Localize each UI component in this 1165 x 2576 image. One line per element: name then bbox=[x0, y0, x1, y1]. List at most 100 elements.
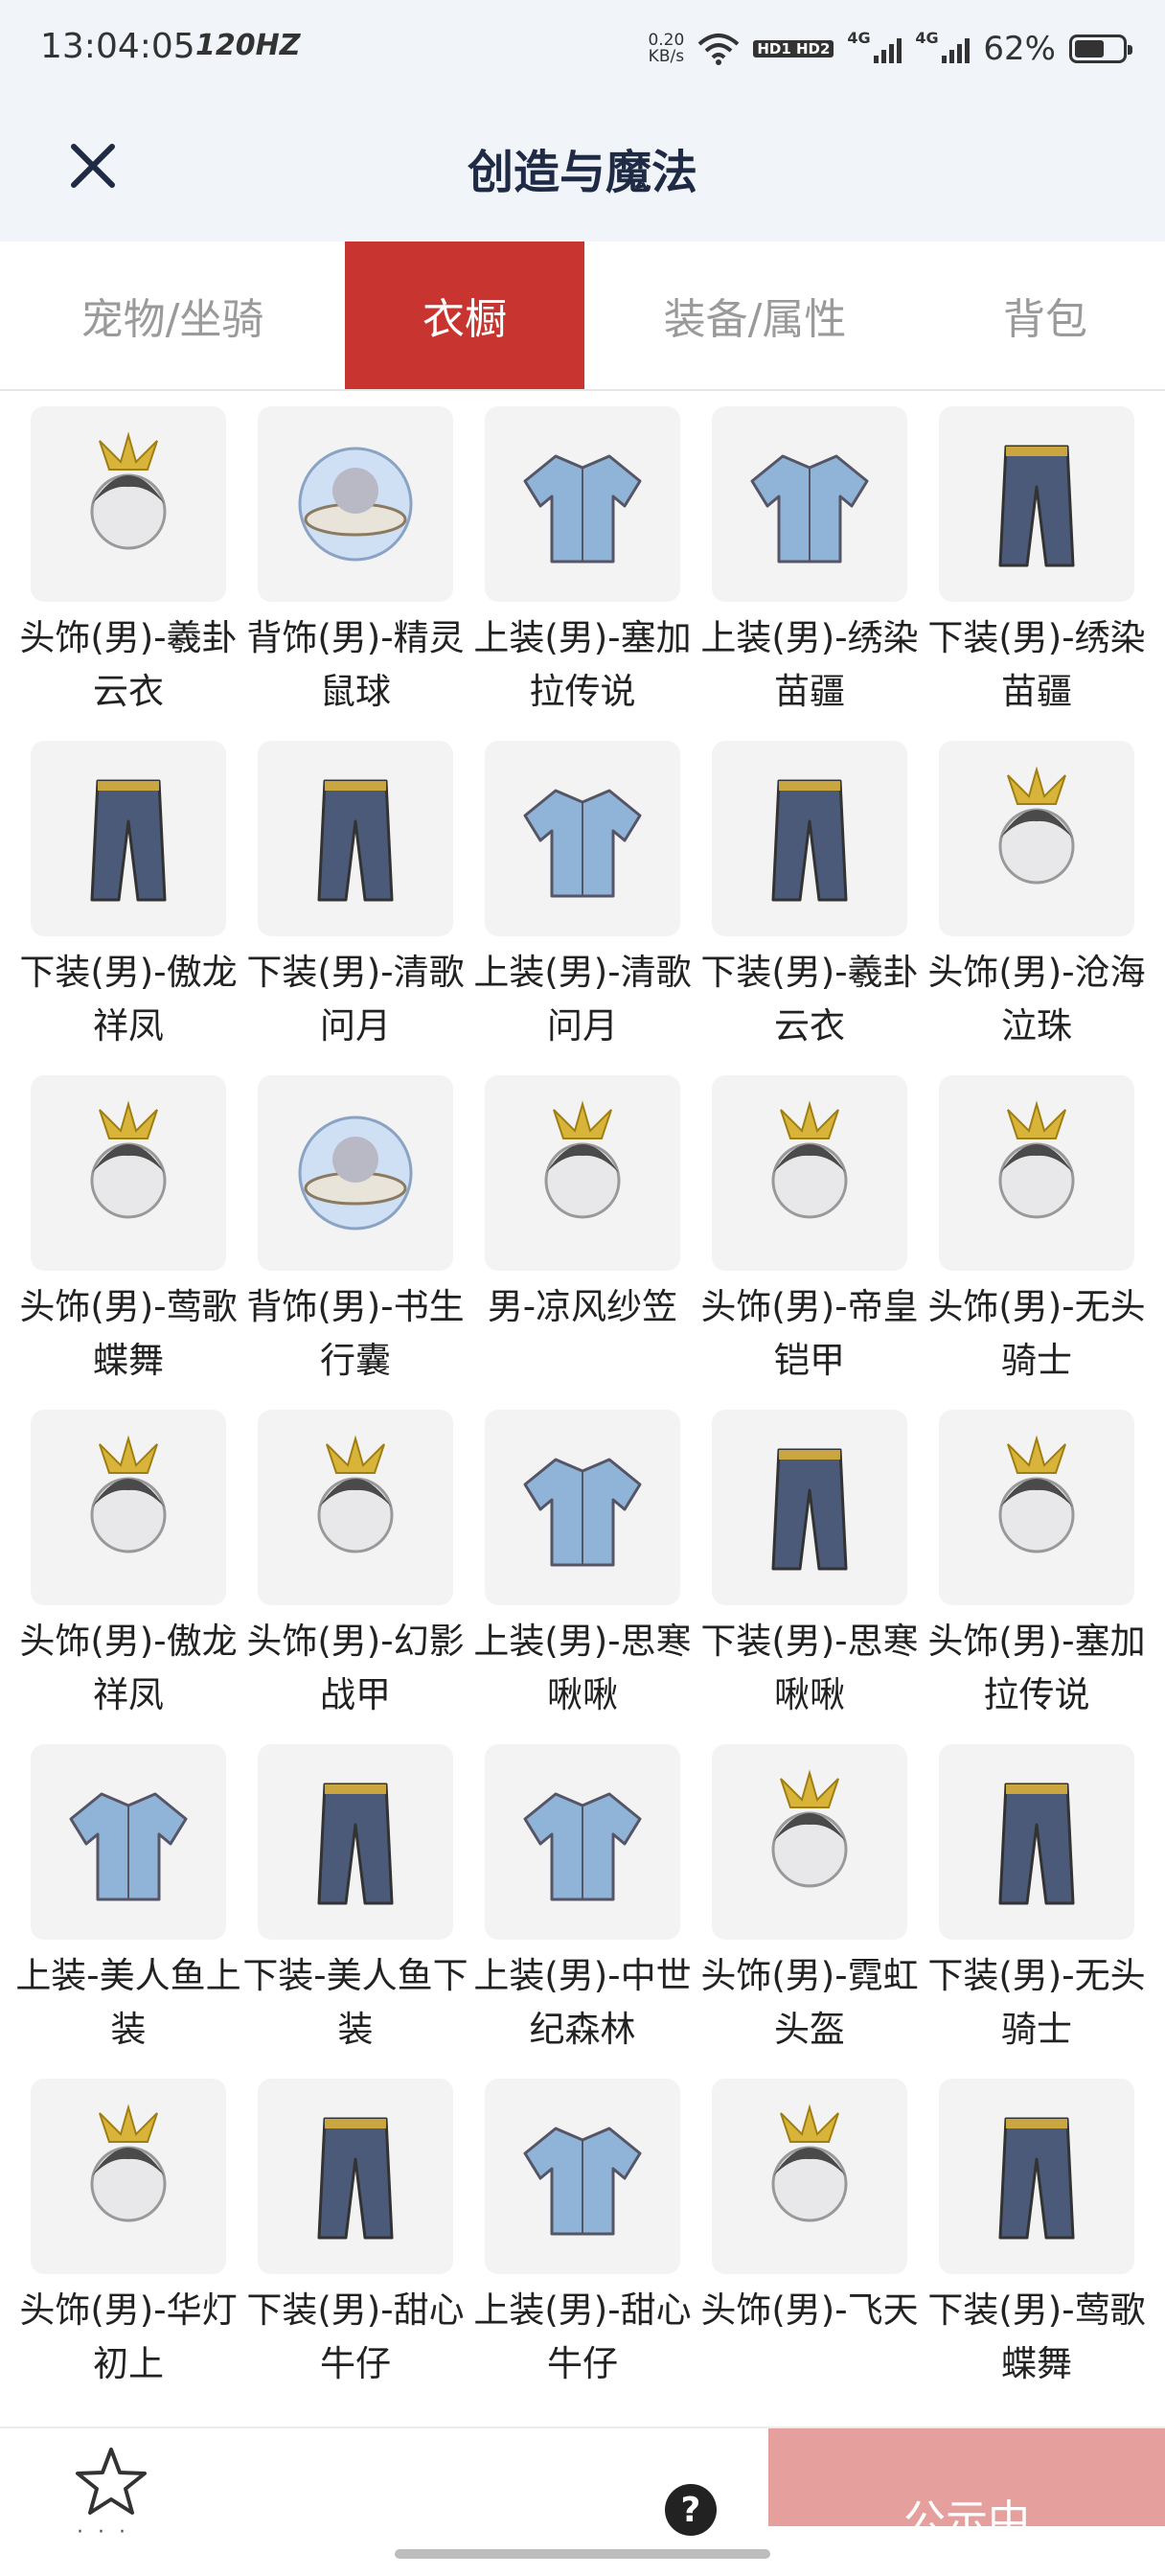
wardrobe-item[interactable]: 下装-美人鱼下装 bbox=[242, 1744, 468, 2079]
wardrobe-item[interactable]: 头饰(男)-华灯初上 bbox=[19, 2079, 238, 2413]
item-thumbnail[interactable] bbox=[31, 1075, 226, 1271]
publish-label: 公示中 bbox=[903, 2496, 1030, 2526]
item-thumbnail[interactable] bbox=[939, 741, 1134, 936]
item-thumbnail[interactable] bbox=[258, 1744, 453, 1940]
tab-equipment-attributes[interactable]: 装备/属性 bbox=[584, 242, 925, 389]
item-thumbnail[interactable] bbox=[31, 2079, 226, 2274]
wardrobe-item[interactable]: 下装(男)-傲龙祥凤 bbox=[19, 741, 238, 1075]
wardrobe-item[interactable]: 上装(男)-清歌问月 bbox=[473, 741, 692, 1075]
backpiece-icon bbox=[298, 447, 413, 562]
item-thumbnail[interactable] bbox=[485, 2079, 680, 2274]
category-tabs: 宠物/坐骑 衣橱 装备/属性 背包 bbox=[0, 242, 1165, 391]
wardrobe-item[interactable]: 背饰(男)-书生行囊 bbox=[246, 1075, 465, 1410]
wardrobe-item[interactable]: 上装(男)-绣染苗疆 bbox=[700, 406, 919, 741]
wardrobe-item[interactable]: 上装(男)-思寒啾啾 bbox=[473, 1410, 692, 1744]
wardrobe-item[interactable]: 背饰(男)-精灵鼠球 bbox=[246, 406, 465, 741]
item-thumbnail[interactable] bbox=[31, 406, 226, 602]
wardrobe-item[interactable]: 头饰(男)-飞天 bbox=[700, 2079, 919, 2413]
headwear-icon bbox=[317, 1435, 394, 1553]
item-label: 上装(男)-绣染苗疆 bbox=[700, 617, 919, 712]
top-garment-icon bbox=[69, 1792, 188, 1901]
signal-icon: 4G bbox=[915, 29, 971, 63]
item-label: 下装(男)-傲龙祥凤 bbox=[19, 952, 238, 1046]
wardrobe-item[interactable]: 上装(男)-甜心牛仔 bbox=[473, 2079, 692, 2413]
wardrobe-item[interactable]: 男-凉风纱笠 bbox=[485, 1075, 680, 1410]
wardrobe-item[interactable]: 头饰(男)-霓虹头盔 bbox=[700, 1744, 919, 2079]
wardrobe-item[interactable]: 下装(男)-绣染苗疆 bbox=[927, 406, 1146, 741]
wardrobe-item[interactable]: 头饰(男)-幻影战甲 bbox=[246, 1410, 465, 1744]
item-thumbnail[interactable] bbox=[485, 1744, 680, 1940]
wardrobe-item[interactable]: 头饰(男)-无头骑士 bbox=[927, 1075, 1146, 1410]
item-thumbnail[interactable] bbox=[939, 2079, 1134, 2274]
home-indicator[interactable] bbox=[395, 2549, 770, 2559]
item-thumbnail[interactable] bbox=[258, 2079, 453, 2274]
battery-icon bbox=[1069, 34, 1132, 63]
wardrobe-item[interactable]: 头饰(男)-莺歌蝶舞 bbox=[19, 1075, 238, 1410]
item-thumbnail[interactable] bbox=[31, 1410, 226, 1605]
top-garment-icon bbox=[523, 454, 642, 564]
item-thumbnail[interactable] bbox=[258, 1075, 453, 1271]
item-thumbnail[interactable] bbox=[712, 1410, 907, 1605]
headwear-icon bbox=[998, 1100, 1075, 1219]
item-thumbnail[interactable] bbox=[712, 1744, 907, 1940]
wardrobe-item[interactable]: 头饰(男)-沧海泣珠 bbox=[927, 741, 1146, 1075]
bottom-garment-icon bbox=[317, 1782, 394, 1905]
star-icon[interactable] bbox=[73, 2444, 149, 2520]
item-thumbnail[interactable] bbox=[712, 741, 907, 936]
item-label: 上装-美人鱼上装 bbox=[15, 1955, 241, 2050]
item-thumbnail[interactable] bbox=[31, 1744, 226, 1940]
item-thumbnail[interactable] bbox=[939, 1744, 1134, 1940]
battery-percent: 62% bbox=[983, 30, 1056, 68]
wardrobe-item[interactable]: 下装(男)-甜心牛仔 bbox=[246, 2079, 465, 2413]
top-garment-icon bbox=[750, 454, 869, 564]
bottom-garment-icon bbox=[998, 2117, 1075, 2240]
bottom-garment-icon bbox=[771, 1448, 848, 1571]
wifi-icon bbox=[697, 34, 740, 65]
wardrobe-item[interactable]: 头饰(男)-羲卦云衣 bbox=[19, 406, 238, 741]
item-label: 上装(男)-思寒啾啾 bbox=[473, 1621, 692, 1715]
headwear-icon bbox=[90, 1100, 167, 1219]
item-label: 背饰(男)-书生行囊 bbox=[246, 1286, 465, 1381]
wardrobe-item[interactable]: 头饰(男)-帝皇铠甲 bbox=[700, 1075, 919, 1410]
item-thumbnail[interactable] bbox=[485, 1075, 680, 1271]
item-thumbnail[interactable] bbox=[258, 741, 453, 936]
item-thumbnail[interactable] bbox=[258, 1410, 453, 1605]
wardrobe-item[interactable]: 头饰(男)-塞加拉传说 bbox=[927, 1410, 1146, 1744]
refresh-rate: 120HZ bbox=[195, 29, 301, 62]
wardrobe-item[interactable]: 上装-美人鱼上装 bbox=[15, 1744, 241, 2079]
tab-pets-mounts[interactable]: 宠物/坐骑 bbox=[0, 242, 345, 389]
item-thumbnail[interactable] bbox=[485, 406, 680, 602]
wardrobe-item[interactable]: 上装(男)-塞加拉传说 bbox=[473, 406, 692, 741]
item-thumbnail[interactable] bbox=[939, 406, 1134, 602]
item-label: 头饰(男)-无头骑士 bbox=[927, 1286, 1146, 1381]
item-label: 头饰(男)-帝皇铠甲 bbox=[700, 1286, 919, 1381]
wardrobe-item[interactable]: 头饰(男)-傲龙祥凤 bbox=[19, 1410, 238, 1744]
title-bar: 创造与魔法 bbox=[0, 96, 1165, 242]
item-thumbnail[interactable] bbox=[939, 1410, 1134, 1605]
item-thumbnail[interactable] bbox=[939, 1075, 1134, 1271]
help-button[interactable]: ? bbox=[665, 2484, 717, 2536]
wardrobe-item[interactable]: 下装(男)-莺歌蝶舞 bbox=[927, 2079, 1146, 2413]
item-thumbnail[interactable] bbox=[712, 406, 907, 602]
tab-wardrobe[interactable]: 衣橱 bbox=[345, 242, 584, 389]
item-thumbnail[interactable] bbox=[485, 741, 680, 936]
wardrobe-item[interactable]: 上装(男)-中世纪森林 bbox=[473, 1744, 692, 2079]
item-thumbnail[interactable] bbox=[258, 406, 453, 602]
headwear-icon bbox=[90, 431, 167, 550]
item-thumbnail[interactable] bbox=[712, 1075, 907, 1271]
headwear-icon bbox=[998, 766, 1075, 885]
wardrobe-item[interactable]: 下装(男)-思寒啾啾 bbox=[700, 1410, 919, 1744]
tab-backpack[interactable]: 背包 bbox=[925, 242, 1165, 389]
status-time: 13:04:05 bbox=[40, 27, 195, 66]
item-label: 下装(男)-羲卦云衣 bbox=[700, 952, 919, 1046]
wardrobe-item[interactable]: 下装(男)-清歌问月 bbox=[246, 741, 465, 1075]
publish-button[interactable]: 公示中 bbox=[768, 2428, 1165, 2526]
top-garment-icon bbox=[523, 1792, 642, 1901]
item-label: 下装-美人鱼下装 bbox=[242, 1955, 468, 2050]
item-thumbnail[interactable] bbox=[31, 741, 226, 936]
top-garment-icon bbox=[523, 2127, 642, 2236]
wardrobe-item[interactable]: 下装(男)-无头骑士 bbox=[927, 1744, 1146, 2079]
item-thumbnail[interactable] bbox=[712, 2079, 907, 2274]
wardrobe-item[interactable]: 下装(男)-羲卦云衣 bbox=[700, 741, 919, 1075]
item-thumbnail[interactable] bbox=[485, 1410, 680, 1605]
